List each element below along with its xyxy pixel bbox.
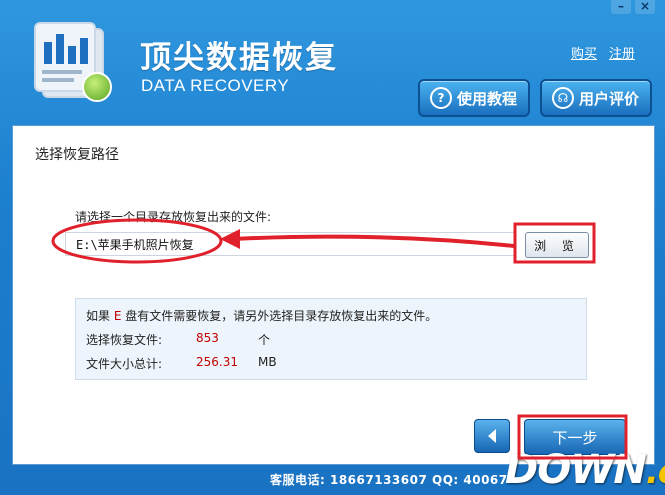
files-count-label: 选择恢复文件: xyxy=(86,333,163,347)
headset-icon: ☊ xyxy=(552,87,574,109)
top-links: 购买 注册 xyxy=(571,43,635,62)
chevron-left-icon xyxy=(488,429,496,443)
browse-button[interactable]: 浏 览 xyxy=(525,232,589,258)
app-title: 顶尖数据恢复 xyxy=(140,40,338,76)
tutorial-button-label: 使用教程 xyxy=(457,89,518,108)
total-size-value: 256.31 xyxy=(196,355,238,369)
warning-line: 如果 E 盘有文件需要恢复，请另外选择目录存放恢复出来的文件。 xyxy=(86,309,438,323)
app-logo-icon xyxy=(32,20,112,102)
files-count-value: 853 xyxy=(196,331,219,345)
files-count-unit: 个 xyxy=(258,333,271,347)
user-reviews-button[interactable]: ☊ 用户评价 xyxy=(540,79,652,117)
minimize-button[interactable]: – xyxy=(611,0,631,14)
help-icon: ? xyxy=(430,87,452,109)
total-size-row: 文件大小总计: 256.31 MB xyxy=(86,355,277,372)
watermark-logo: DOWN.cc xyxy=(505,447,665,493)
window-controls: – × xyxy=(611,0,655,14)
app-subtitle: DATA RECOVERY xyxy=(141,76,290,95)
buy-link[interactable]: 购买 xyxy=(571,43,597,62)
total-size-label: 文件大小总计: xyxy=(86,357,163,371)
files-count-row: 选择恢复文件: 853 个 xyxy=(86,331,270,348)
support-contact: 客服电话: 18667133607 QQ: 40067 xyxy=(270,473,508,487)
section-title: 选择恢复路径 xyxy=(35,147,119,163)
total-size-unit: MB xyxy=(258,355,277,369)
register-link[interactable]: 注册 xyxy=(609,43,635,62)
main-panel: 选择恢复路径 请选择一个目录存放恢复出来的文件: E:\苹果手机照片恢复 浏 览… xyxy=(12,125,655,465)
info-panel: 如果 E 盘有文件需要恢复，请另外选择目录存放恢复出来的文件。 选择恢复文件: … xyxy=(75,298,587,380)
close-button[interactable]: × xyxy=(635,0,655,14)
path-input[interactable]: E:\苹果手机照片恢复 xyxy=(65,232,515,256)
tutorial-button[interactable]: ? 使用教程 xyxy=(418,79,530,117)
path-prompt-label: 请选择一个目录存放恢复出来的文件: xyxy=(75,210,272,224)
user-reviews-button-label: 用户评价 xyxy=(579,89,640,108)
app-window: – × 顶尖数据恢复 DATA RECOVERY 购买 注册 ? 使用教程 ☊ … xyxy=(0,0,665,495)
